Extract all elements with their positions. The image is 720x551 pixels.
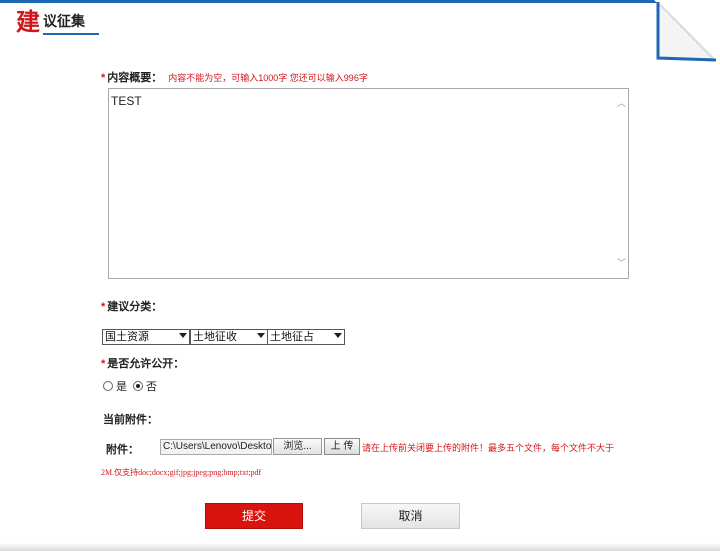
category-select-3-value: 土地征占 (270, 331, 314, 343)
required-mark: * (101, 72, 106, 84)
content-char-hint: 内容不能为空，可输入1000字 您还可以输入996字 (168, 73, 368, 83)
public-yes-label[interactable]: 是 (116, 381, 127, 393)
attachment-label: 附件： (106, 444, 139, 456)
chevron-down-icon (257, 333, 265, 338)
public-label-row: * 是否允许公开： (101, 355, 184, 371)
attachment-hint: 请在上传前关闭要上传的附件！最多五个文件，每个文件不大于 (362, 443, 615, 453)
header-underline (43, 33, 99, 35)
category-label: 建议分类： (107, 301, 163, 313)
textarea-scrollbar[interactable]: ︿ ﹀ (614, 89, 628, 278)
content-label-row: * 内容概要： 内容不能为空，可输入1000字 您还可以输入996字 (101, 69, 368, 85)
content-label: 内容概要： (107, 72, 163, 84)
required-mark: * (101, 358, 106, 370)
category-select-2[interactable]: 土地征收 (190, 329, 268, 345)
public-label: 是否允许公开： (107, 358, 185, 370)
category-label-row: * 建议分类： (101, 298, 162, 314)
top-frame-line (0, 0, 660, 3)
public-radio-group: 是否 (103, 378, 163, 393)
chevron-down-icon (179, 333, 187, 338)
chevron-down-icon (334, 333, 342, 338)
submit-button[interactable]: 提交 (205, 503, 303, 529)
required-mark: * (101, 301, 106, 313)
category-select-3[interactable]: 土地征占 (267, 329, 345, 345)
content-textarea-box: TEST ︿ ﹀ (108, 88, 629, 279)
header-title-initial: 建 (16, 7, 40, 36)
attachment-hint-formats: 2M.仅支持doc;docx;gif;jpg;jpeg;png;bmp;txt;… (101, 468, 262, 477)
attachment-row: 附件： C:\Users\Lenovo\Desktop 浏览... 上 传 请在… (0, 438, 720, 458)
scroll-down-icon[interactable]: ﹀ (617, 259, 626, 268)
category-select-1[interactable]: 国土资源 (102, 329, 190, 345)
category-select-1-value: 国土资源 (105, 331, 149, 343)
bottom-frame-shadow (0, 543, 720, 551)
public-no-radio[interactable] (133, 381, 143, 391)
scroll-up-icon[interactable]: ︿ (617, 99, 626, 108)
current-attachments-label: 当前附件： (103, 414, 158, 426)
public-no-label[interactable]: 否 (146, 381, 157, 393)
upload-button[interactable]: 上 传 (324, 438, 360, 455)
page-curl-corner (654, 0, 720, 64)
cancel-button[interactable]: 取消 (361, 503, 460, 529)
header-title: 议征集 (43, 13, 85, 29)
file-path-field[interactable]: C:\Users\Lenovo\Desktop (160, 439, 272, 455)
category-select-2-value: 土地征收 (193, 331, 237, 343)
content-textarea[interactable]: TEST (109, 89, 614, 278)
browse-button[interactable]: 浏览... (273, 438, 322, 455)
public-yes-radio[interactable] (103, 381, 113, 391)
